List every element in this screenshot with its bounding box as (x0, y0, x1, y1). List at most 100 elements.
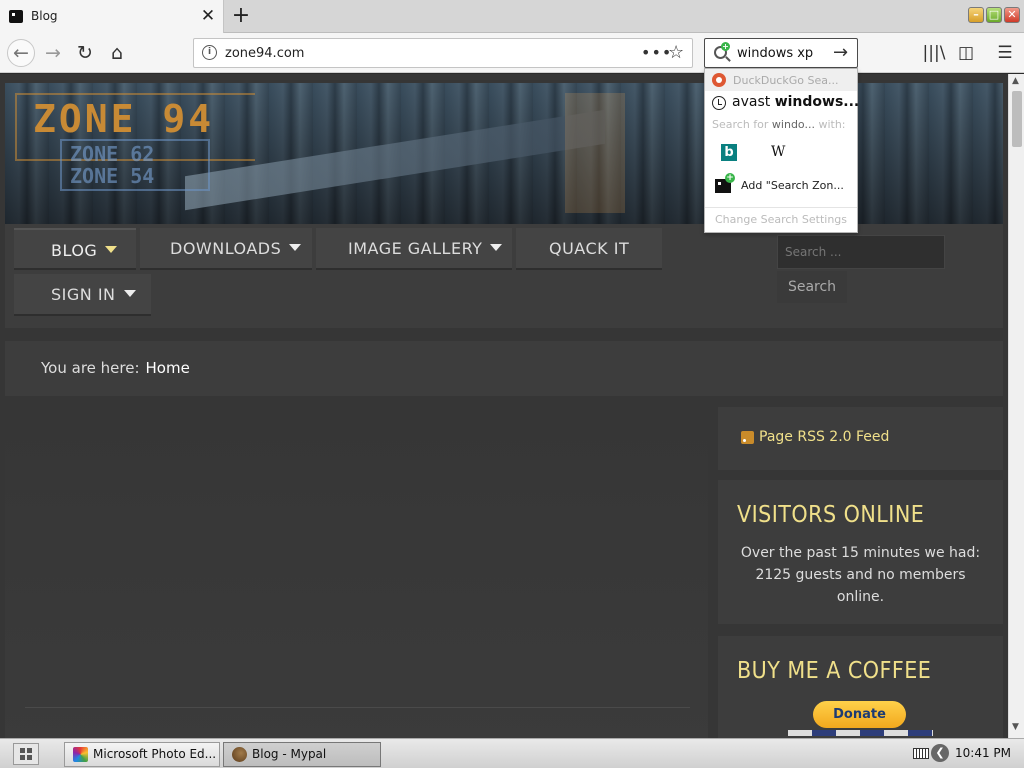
navigation-toolbar: ← → ↻ ⌂ i zone94.com ••• ☆ + windows xp … (0, 33, 1024, 73)
logo-zone-54: ZONE 54 (70, 164, 155, 188)
back-button[interactable]: ← (7, 39, 35, 67)
search-for-label: Search for windo... with: (712, 118, 846, 131)
menu-item-blog[interactable]: BLOG (14, 228, 136, 270)
site-logo-subtitle: ZONE 62 ZONE 54 (60, 139, 210, 191)
minimize-button[interactable]: – (968, 7, 984, 23)
wikipedia-engine-button[interactable]: W (765, 141, 799, 169)
page-scrollbar[interactable]: ▲ ▼ (1008, 74, 1024, 738)
history-clock-icon (712, 96, 726, 110)
minimize-icon: – (973, 8, 979, 21)
add-search-engine-label: Add "Search Zon... (741, 179, 844, 192)
menu-item-downloads[interactable]: DOWNLOADS (140, 228, 312, 270)
chevron-down-icon (289, 244, 302, 251)
chevron-down-icon (105, 246, 118, 253)
scroll-thumb[interactable] (1012, 91, 1022, 147)
divider (25, 707, 690, 708)
site-info-icon[interactable]: i (202, 45, 217, 60)
system-clock[interactable]: 10:41 PM (955, 746, 1011, 760)
url-text[interactable]: zone94.com (225, 46, 304, 61)
suggestion-match: windows... (774, 94, 860, 110)
bing-engine-button[interactable]: b (715, 141, 749, 169)
new-tab-button[interactable]: + (230, 4, 252, 28)
menu-label: BLOG (51, 241, 98, 260)
search-suggestion[interactable]: avast windows... (705, 91, 859, 115)
menu-item-sign-in[interactable]: SIGN IN (14, 274, 151, 316)
start-button[interactable] (13, 743, 39, 765)
hamburger-menu-icon[interactable]: ☰ (992, 40, 1018, 66)
rss-feed-link[interactable]: Page RSS 2.0 Feed (759, 429, 889, 445)
site-logo[interactable]: ZONE 94 (33, 97, 214, 141)
search-engine-header: DuckDuckGo Sea... (705, 69, 857, 91)
main-content (5, 407, 708, 738)
breadcrumb: You are here: Home (5, 341, 1003, 396)
bing-icon: b (721, 144, 737, 161)
taskbar-item-blog-mypal[interactable]: Blog - Mypal (223, 742, 381, 767)
change-search-settings-button[interactable]: Change Search Settings (705, 207, 857, 231)
menu-item-quack-it[interactable]: QUACK IT (516, 228, 662, 270)
keyboard-icon[interactable] (913, 748, 929, 759)
payment-cards-icon (788, 730, 933, 736)
start-grid-icon (20, 748, 32, 760)
menu-item-image-gallery[interactable]: IMAGE GALLERY (316, 228, 512, 270)
add-search-engine-item[interactable]: Add "Search Zon... (705, 173, 857, 199)
chevron-down-icon (123, 290, 136, 297)
task-label: Microsoft Photo Ed... (93, 747, 217, 761)
menu-label: QUACK IT (549, 239, 630, 258)
search-go-icon[interactable]: → (833, 42, 848, 63)
suggestion-prefix: avast (732, 94, 775, 110)
menu-label: SIGN IN (51, 285, 116, 304)
visitors-text: Over the past 15 minutes we had: 2125 gu… (740, 545, 981, 605)
zone94-favicon-icon (9, 10, 23, 23)
site-search-input[interactable] (777, 235, 945, 269)
forward-button[interactable]: → (40, 40, 66, 66)
url-bar[interactable]: i zone94.com ••• ☆ (193, 38, 693, 68)
scroll-down-icon[interactable]: ▼ (1012, 722, 1019, 732)
tab-title: Blog (31, 9, 58, 23)
scroll-up-icon[interactable]: ▲ (1012, 76, 1019, 86)
maximize-button[interactable]: □ (986, 7, 1002, 23)
search-input[interactable]: windows xp (737, 46, 813, 61)
sidebar-icon[interactable]: ◫ (953, 40, 979, 66)
reload-button[interactable]: ↻ (72, 40, 98, 66)
site-search-button[interactable]: Search (777, 271, 847, 303)
breadcrumb-prefix: You are here: (41, 359, 140, 377)
coffee-title: BUY ME A COFFEE (737, 658, 932, 684)
duckduckgo-icon (712, 73, 726, 87)
chevron-down-icon (490, 244, 503, 251)
task-label: Blog - Mypal (252, 747, 327, 761)
bookmark-star-icon[interactable]: ☆ (668, 42, 684, 63)
close-window-button[interactable]: ✕ (1004, 7, 1020, 23)
search-for-query: windo... (771, 118, 815, 131)
rss-module: Page RSS 2.0 Feed (718, 407, 1003, 470)
close-tab-icon[interactable]: ✕ (200, 6, 216, 26)
library-icon[interactable]: |||\ (921, 40, 947, 66)
tab-blog[interactable]: Blog ✕ (0, 0, 224, 33)
search-engine-label: DuckDuckGo Sea... (733, 74, 839, 87)
donate-button[interactable]: Donate (813, 701, 906, 728)
add-engine-badge-icon: + (721, 42, 730, 51)
taskbar-item-photo-editor[interactable]: Microsoft Photo Ed... (64, 742, 220, 767)
home-button[interactable]: ⌂ (104, 40, 130, 66)
taskbar: Microsoft Photo Ed... Blog - Mypal ❮ 10:… (0, 738, 1024, 768)
close-icon: ✕ (1007, 8, 1017, 21)
coffee-module: BUY ME A COFFEE Donate (718, 636, 1003, 738)
visitors-module: VISITORS ONLINE Over the past 15 minutes… (718, 480, 1003, 624)
banner-glow (565, 93, 625, 213)
mypal-icon (232, 747, 247, 762)
menu-label: IMAGE GALLERY (348, 239, 483, 258)
suggestion-text: avast windows... (732, 94, 859, 110)
search-suggestions-popup: DuckDuckGo Sea... avast windows... Searc… (704, 68, 859, 233)
add-engine-icon (715, 173, 735, 193)
search-for-suffix: with: (814, 118, 846, 131)
tab-strip: Blog ✕ + – □ ✕ (0, 0, 1024, 33)
maximize-icon: □ (988, 8, 1000, 21)
photo-editor-icon (73, 747, 88, 762)
search-bar[interactable]: + windows xp → (704, 38, 858, 68)
visitors-title: VISITORS ONLINE (737, 502, 925, 528)
logo-zone-62: ZONE 62 (70, 142, 155, 166)
breadcrumb-home: Home (145, 359, 190, 377)
tray-expand-icon[interactable]: ❮ (931, 744, 949, 762)
wikipedia-icon: W (771, 144, 786, 160)
rss-icon (741, 431, 754, 444)
search-for-prefix: Search for (712, 118, 772, 131)
